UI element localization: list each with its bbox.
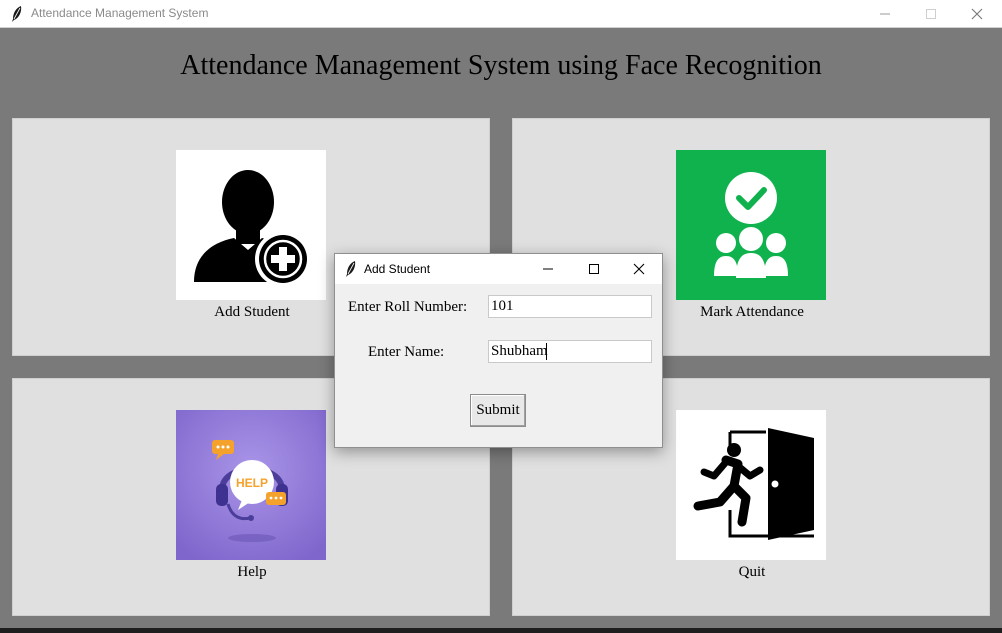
minimize-icon [880,13,890,15]
roll-number-input[interactable] [488,295,652,318]
name-label: Enter Name: [368,344,445,360]
submit-button[interactable]: Submit [470,394,526,427]
window-title: Attendance Management System [31,6,209,20]
feather-icon [344,260,358,278]
group-check-icon[interactable] [676,150,826,300]
quit-label: Quit [738,564,766,580]
maximize-icon [926,9,936,19]
close-button[interactable] [954,0,1000,28]
name-input[interactable] [488,340,652,363]
minimize-button[interactable] [862,0,908,28]
page-title: Attendance Management System using Face … [180,50,822,81]
add-student-dialog: Add Student Enter Roll Number: Enter Nam… [334,253,663,448]
text-caret [546,343,547,360]
dialog-title: Add Student [364,262,431,276]
minimize-icon [543,268,553,270]
dialog-maximize-button[interactable] [571,254,617,284]
feather-icon [10,5,24,23]
dialog-close-button[interactable] [616,254,662,284]
window-titlebar: Attendance Management System [0,0,1002,28]
close-icon [633,263,645,275]
help-image-text: HELP [236,476,268,490]
maximize-icon [589,264,599,274]
help-headset-icon[interactable]: HELP [176,410,326,560]
roll-number-label: Enter Roll Number: [348,299,468,315]
help-label: Help [237,564,267,580]
taskbar-strip [0,628,1002,633]
dialog-titlebar: Add Student [335,254,662,284]
add-user-icon[interactable] [176,150,326,300]
exit-door-icon[interactable] [676,410,826,560]
maximize-button[interactable] [908,0,954,28]
close-icon [971,8,983,20]
dialog-minimize-button[interactable] [525,254,571,284]
